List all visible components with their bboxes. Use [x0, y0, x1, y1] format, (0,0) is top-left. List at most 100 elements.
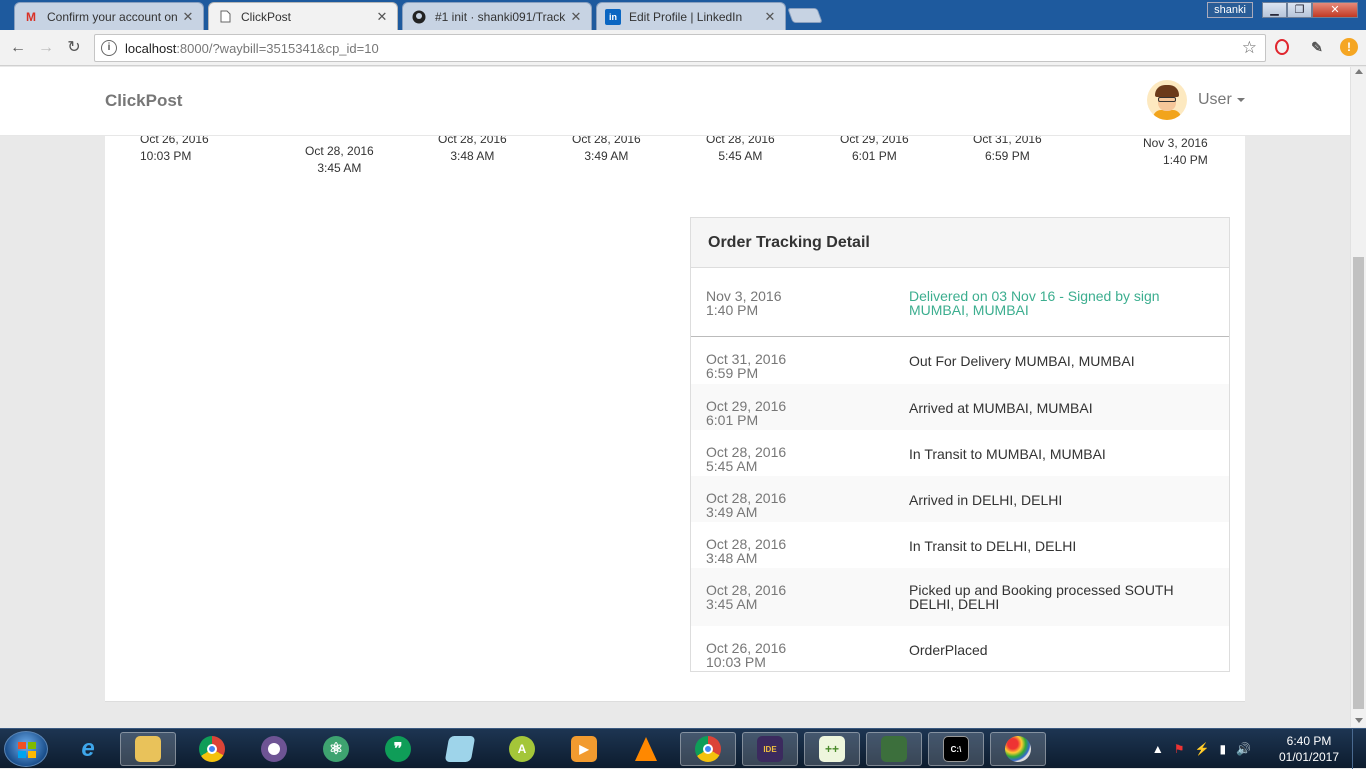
browser-tab-strip: M Confirm your account on ✕ ClickPost ✕ …: [0, 0, 1366, 30]
tab-clickpost[interactable]: ClickPost ✕: [208, 2, 398, 30]
minimize-button[interactable]: ▁: [1262, 2, 1287, 18]
tab-github[interactable]: #1 init · shanki091/Track ✕: [402, 2, 592, 30]
reload-icon[interactable]: ↻: [62, 36, 86, 60]
taskbar-github[interactable]: [246, 732, 302, 766]
tracking-row: Oct 28, 2016 3:49 AM Arrived in DELHI, DE…: [691, 476, 1229, 522]
brand-logo[interactable]: ClickPost: [105, 91, 182, 111]
tracking-when: Oct 28, 2016 5:45 AM: [706, 445, 786, 473]
windows-taskbar: e ⚛ ❞ A ▶ IDE ++ C:\ ▲ ⚑ ⚡ ▮ 🔊 6:40 PM 0…: [0, 728, 1366, 769]
close-window-button[interactable]: ✕: [1312, 2, 1358, 18]
tracking-status: Out For Delivery MUMBAI, MUMBAI: [909, 353, 1135, 369]
taskbar-task-manager[interactable]: [866, 732, 922, 766]
tracking-time: 3:49 AM: [706, 504, 758, 520]
scrollbar-thumb[interactable]: [1353, 257, 1364, 709]
tracking-date: Oct 26, 2016: [706, 640, 787, 656]
tab-gmail[interactable]: M Confirm your account on ✕: [14, 2, 204, 30]
vertical-scrollbar[interactable]: [1350, 67, 1366, 727]
timeline-time: 3:45 AM: [317, 161, 362, 175]
tracking-row: Oct 26, 2016 10:03 PM OrderPlaced: [691, 626, 1229, 671]
timeline-label: Oct 28, 2016 3:45 AM: [305, 143, 374, 177]
timeline-date: Oct 28, 2016: [305, 144, 374, 158]
tab-linkedin[interactable]: in Edit Profile | LinkedIn ✕: [596, 2, 786, 30]
taskbar-hangouts[interactable]: ❞: [370, 732, 426, 766]
timeline-time: 6:01 PM: [852, 149, 897, 163]
network-icon[interactable]: ▮: [1219, 742, 1226, 756]
show-desktop-button[interactable]: [1352, 729, 1366, 769]
taskbar-cmd[interactable]: C:\: [928, 732, 984, 766]
page-viewport: Oct 26, 2016 10:03 PM Oct 28, 2016 3:45 AM…: [0, 67, 1350, 727]
timeline-label: Oct 28, 2016 3:48 AM: [438, 131, 507, 165]
tab-title: #1 init · shanki091/Track: [435, 9, 566, 24]
close-icon[interactable]: ✕: [181, 9, 195, 25]
user-name: User: [1198, 91, 1232, 108]
tracking-date: Oct 28, 2016: [706, 582, 787, 598]
start-button[interactable]: [4, 731, 48, 767]
tracking-when: Oct 31, 2016 6:59 PM: [706, 352, 786, 380]
forward-icon[interactable]: →: [34, 36, 58, 60]
maximize-button[interactable]: ❐: [1287, 2, 1312, 18]
tab-title: ClickPost: [241, 9, 292, 24]
alert-icon[interactable]: !: [1340, 38, 1358, 56]
tracking-time: 3:48 AM: [706, 550, 758, 566]
timeline-label: Nov 3, 2016 1:40 PM: [1143, 135, 1208, 169]
flag-icon[interactable]: ⚑: [1174, 742, 1185, 756]
tracking-when: Nov 3, 2016 1:40 PM: [706, 289, 782, 317]
url-path: :8000/?waybill=3515341&cp_id=10: [176, 40, 379, 56]
timeline-label: Oct 28, 2016 5:45 AM: [706, 131, 775, 165]
windows-logo-icon: [18, 742, 36, 758]
tracking-time: 6:59 PM: [706, 365, 759, 381]
close-icon[interactable]: ✕: [569, 9, 583, 25]
back-icon[interactable]: ←: [6, 36, 30, 60]
taskbar-atom[interactable]: ⚛: [308, 732, 364, 766]
play-icon: ▶: [571, 736, 597, 762]
scroll-down-icon[interactable]: [1355, 718, 1363, 723]
taskbar-vlc[interactable]: [618, 732, 674, 766]
timeline-time: 10:03 PM: [140, 149, 192, 163]
task-manager-icon: [881, 736, 907, 762]
clock-time: 6:40 PM: [1286, 734, 1332, 748]
taskbar-notepad[interactable]: [432, 732, 488, 766]
info-icon[interactable]: i: [101, 40, 117, 56]
profile-button[interactable]: shanki: [1207, 2, 1253, 18]
taskbar-media-player[interactable]: ▶: [556, 732, 612, 766]
tracking-date: Nov 3, 2016: [706, 288, 782, 304]
power-icon[interactable]: ⚡: [1194, 742, 1209, 756]
folder-icon: [135, 736, 161, 762]
show-hidden-icons-icon[interactable]: ▲: [1152, 742, 1164, 756]
close-icon[interactable]: ✕: [763, 9, 777, 25]
timeline-label: Oct 28, 2016 3:49 AM: [572, 131, 641, 165]
github-desktop-icon: [261, 736, 287, 762]
close-icon[interactable]: ✕: [375, 9, 389, 25]
address-bar[interactable]: i localhost:8000/?waybill=3515341&cp_id=…: [94, 34, 1266, 62]
vlc-icon: [633, 736, 659, 762]
extension-icon[interactable]: ✎: [1308, 38, 1326, 56]
tracking-status: Delivered on 03 Nov 16 - Signed by sign …: [909, 288, 1160, 318]
new-tab-button[interactable]: [787, 8, 823, 23]
chrome-icon: [199, 736, 225, 762]
taskbar-java-ide[interactable]: IDE: [742, 732, 798, 766]
tracking-time: 3:45 AM: [706, 596, 758, 612]
taskbar-chrome-active[interactable]: [680, 732, 736, 766]
taskbar-paint[interactable]: [990, 732, 1046, 766]
github-icon: [411, 9, 427, 25]
scroll-up-icon[interactable]: [1355, 69, 1363, 74]
taskbar-android-studio[interactable]: A: [494, 732, 550, 766]
user-menu[interactable]: User: [1147, 80, 1245, 120]
opera-icon[interactable]: [1275, 39, 1289, 55]
cmd-icon: C:\: [943, 736, 969, 762]
notepad-plus-plus-icon: ++: [819, 736, 845, 762]
timeline-label: Oct 26, 2016 10:03 PM: [140, 131, 209, 165]
tracking-date: Oct 28, 2016: [706, 490, 787, 506]
tracking-time: 6:01 PM: [706, 412, 759, 428]
taskbar-ie[interactable]: e: [60, 732, 116, 766]
bookmark-star-icon[interactable]: ☆: [1242, 38, 1257, 58]
timeline-time: 6:59 PM: [985, 149, 1030, 163]
taskbar-chrome[interactable]: [184, 732, 240, 766]
tracking-row: Oct 31, 2016 6:59 PM Out For Delivery MUM…: [691, 337, 1229, 384]
taskbar-clock[interactable]: 6:40 PM 01/01/2017: [1274, 733, 1344, 765]
tracking-status: OrderPlaced: [909, 642, 988, 658]
tracking-date: Oct 28, 2016: [706, 536, 787, 552]
taskbar-notepad-plus[interactable]: ++: [804, 732, 860, 766]
taskbar-explorer[interactable]: [120, 732, 176, 766]
volume-icon[interactable]: 🔊: [1236, 742, 1251, 756]
